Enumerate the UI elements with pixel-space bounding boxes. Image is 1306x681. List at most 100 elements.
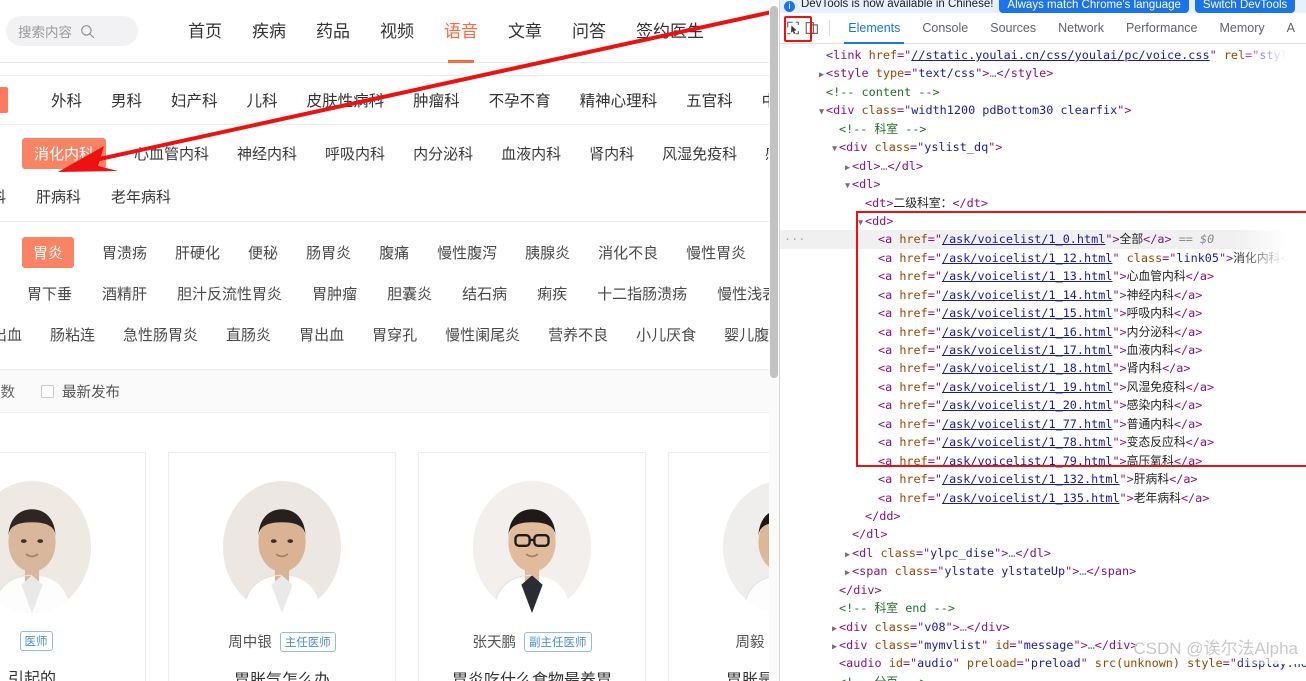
secondary-department-神经内科[interactable]: 神经内科 [237,143,297,164]
voice-topic-title[interactable]: 胃胀是怎么回事 [669,666,779,681]
disease-tag-胃炎[interactable]: 胃炎 [22,237,75,268]
dom-tree[interactable]: <link href="//static.youlai.cn/css/youla… [780,44,1306,681]
devtools-tab-a[interactable]: A [1276,13,1306,44]
switch-devtools-button[interactable]: Switch DevTools [1194,0,1296,13]
primary-department-1[interactable]: 男科 [111,89,142,111]
latest-published-checkbox[interactable] [41,384,54,398]
nav-item-0[interactable]: 首页 [188,17,222,46]
devtools-tab-network[interactable]: Network [1047,13,1115,44]
search-input[interactable]: 搜索内容 [6,16,138,46]
disease-tag-痢疾[interactable]: 痢疾 [537,283,567,304]
nav-item-3[interactable]: 视频 [380,17,414,46]
dom-tree-line[interactable]: <a href="/ask/voicelist/1_132.html">肝病科<… [780,470,1306,488]
dom-tree-line[interactable]: </dd> [780,507,1306,525]
disease-tag-肝硬化[interactable]: 肝硬化 [175,242,220,263]
primary-department-6[interactable]: 不孕不育 [489,89,551,111]
disease-tag-化道出血[interactable]: 化道出血 [0,324,22,345]
voice-topic-title[interactable]: 胃炎吃什么食物最养胃 [419,666,645,681]
dom-tree-line[interactable]: <a href="/ask/voicelist/1_135.html">老年病科… [780,489,1306,507]
dom-tree-line[interactable]: <a href="/ask/voicelist/1_18.html">肾内科</… [780,359,1306,377]
device-toolbar-icon[interactable] [803,16,820,40]
disease-tag-肠粘连[interactable]: 肠粘连 [50,324,95,345]
primary-department-7[interactable]: 精神心理科 [580,89,658,111]
page-scrollbar-thumb[interactable] [770,6,778,378]
disease-tag-消化不良[interactable]: 消化不良 [598,242,658,263]
dom-tree-line[interactable]: <!-- 科室 end --> [780,599,1306,617]
devtools-tab-elements[interactable]: Elements [837,13,911,44]
dom-tree-line[interactable]: <dt>二级科室：</dt> [780,194,1306,212]
dom-tree-line[interactable]: <span class="ylstate ylstateUp">…</span> [780,562,1306,580]
disease-tag-胆汁反流性胃炎[interactable]: 胆汁反流性胃炎 [177,283,282,304]
disease-tag-急性肠胃炎[interactable]: 急性肠胃炎 [123,324,198,345]
dom-tree-line[interactable]: </div> [780,581,1306,599]
devtools-tab-performance[interactable]: Performance [1115,13,1209,44]
dom-tree-line[interactable]: <dl class="ylpc_dise">…</dl> [780,544,1306,562]
devtools-tab-memory[interactable]: Memory [1209,13,1276,44]
dom-tree-line[interactable]: <a href="/ask/voicelist/1_12.html" class… [780,249,1306,267]
dom-tree-line[interactable]: <div class="width1200 pdBottom30 clearfi… [780,101,1306,119]
devtools-tab-console[interactable]: Console [911,13,979,44]
nav-item-1[interactable]: 疾病 [252,17,286,46]
disease-tag-便秘[interactable]: 便秘 [248,242,278,263]
disease-tag-胆囊炎[interactable]: 胆囊炎 [387,283,432,304]
primary-department-8[interactable]: 五官科 [686,89,733,111]
dom-tree-line[interactable]: <a href="/ask/voicelist/1_16.html">内分泌科<… [780,323,1306,341]
dom-tree-line[interactable]: <a href="/ask/voicelist/1_77.html">普通内科<… [780,415,1306,433]
doctor-card[interactable]: 周毅主任医师胃胀是怎么回事 [668,452,779,681]
voice-topic-title[interactable]: 胃胀气怎么办 [169,666,395,681]
nav-item-2[interactable]: 药品 [316,17,350,46]
disease-tag-慢性胃炎[interactable]: 慢性胃炎 [686,242,746,263]
page-scrollbar[interactable] [769,0,779,681]
nav-item-7[interactable]: 签约医生 [636,17,704,46]
secondary-department-呼吸内科[interactable]: 呼吸内科 [325,143,385,164]
disease-tag-结石病[interactable]: 结石病 [462,283,507,304]
doctor-card[interactable]: 医师 引起的 [0,452,146,681]
disease-tag-胃穿孔[interactable]: 胃穿孔 [372,324,417,345]
doctor-card[interactable]: 周中银 主任医师 胃胀气怎么办 [168,452,396,681]
dom-tree-line[interactable]: <a href="/ask/voicelist/1_17.html">血液内科<… [780,341,1306,359]
sort-by-plays-label[interactable]: 次数 [0,381,15,402]
dom-tree-line[interactable]: ··· <a href="/ask/voicelist/1_0.html">全部<… [780,230,1306,249]
dom-tree-line[interactable]: <!-- content --> [780,83,1306,101]
voice-topic-title[interactable]: 引起的 [0,665,145,681]
secondary-department-肾内科[interactable]: 肾内科 [589,143,634,164]
disease-tag-直肠炎[interactable]: 直肠炎 [226,324,271,345]
nav-item-5[interactable]: 文章 [508,17,542,46]
dom-tree-line[interactable]: <!-- 分页 --> [780,673,1306,681]
dom-tree-line[interactable]: <dd> [780,212,1306,230]
primary-department-3[interactable]: 儿科 [247,89,278,111]
dom-tree-line[interactable]: <style type="text/css">…</style> [780,64,1306,82]
dom-tree-line[interactable]: <a href="/ask/voicelist/1_79.html">高压氧科<… [780,452,1306,470]
disease-tag-慢性腹泻[interactable]: 慢性腹泻 [437,242,497,263]
dom-tree-line[interactable]: <a href="/ask/voicelist/1_15.html">呼吸内科<… [780,304,1306,322]
secondary-department-血液内科[interactable]: 血液内科 [501,143,561,164]
devtools-tab-sources[interactable]: Sources [979,13,1047,44]
disease-tag-小儿厌食[interactable]: 小儿厌食 [636,324,696,345]
dom-tree-line[interactable]: <div class="yslist_dq"> [780,138,1306,156]
doctor-card[interactable]: 张天鹏 副主任医师 胃炎吃什么食物最养胃 [418,452,646,681]
always-match-language-button[interactable]: Always match Chrome's language [999,0,1189,13]
dom-tree-line[interactable]: <a href="/ask/voicelist/1_13.html">心血管内科… [780,267,1306,285]
dom-tree-line[interactable]: <a href="/ask/voicelist/1_78.html">变态反应科… [780,433,1306,451]
dom-tree-line[interactable]: <dl> [780,175,1306,193]
secondary-department-老年病科[interactable]: 老年病科 [111,186,171,207]
dom-tree-line[interactable]: <dl>…</dl> [780,157,1306,175]
secondary-department-氧科[interactable]: 氧科 [0,186,6,207]
primary-department-5[interactable]: 肿瘤科 [413,89,460,111]
secondary-department-心血管内科[interactable]: 心血管内科 [134,143,209,164]
disease-tag-胃肿瘤[interactable]: 胃肿瘤 [312,283,357,304]
nav-item-6[interactable]: 问答 [572,17,606,46]
disease-tag-腹痛[interactable]: 腹痛 [379,242,409,263]
primary-department-0[interactable]: 外科 [51,89,82,111]
dom-tree-line[interactable]: </dl> [780,525,1306,543]
disease-tag-营养不良[interactable]: 营养不良 [548,324,608,345]
dom-tree-line[interactable]: <a href="/ask/voicelist/1_19.html">风湿免疫科… [780,378,1306,396]
dom-tree-line[interactable]: <a href="/ask/voicelist/1_20.html">感染内科<… [780,396,1306,414]
disease-tag-酒精肝[interactable]: 酒精肝 [102,283,147,304]
selected-primary-department-chip[interactable] [0,87,8,113]
nav-item-4[interactable]: 语音 [444,17,478,63]
secondary-department-消化内科[interactable]: 消化内科 [22,137,107,169]
dom-tree-line[interactable]: <!-- 科室 --> [780,120,1306,138]
disease-tag-胃下垂[interactable]: 胃下垂 [27,283,72,304]
search-icon[interactable] [80,24,95,39]
